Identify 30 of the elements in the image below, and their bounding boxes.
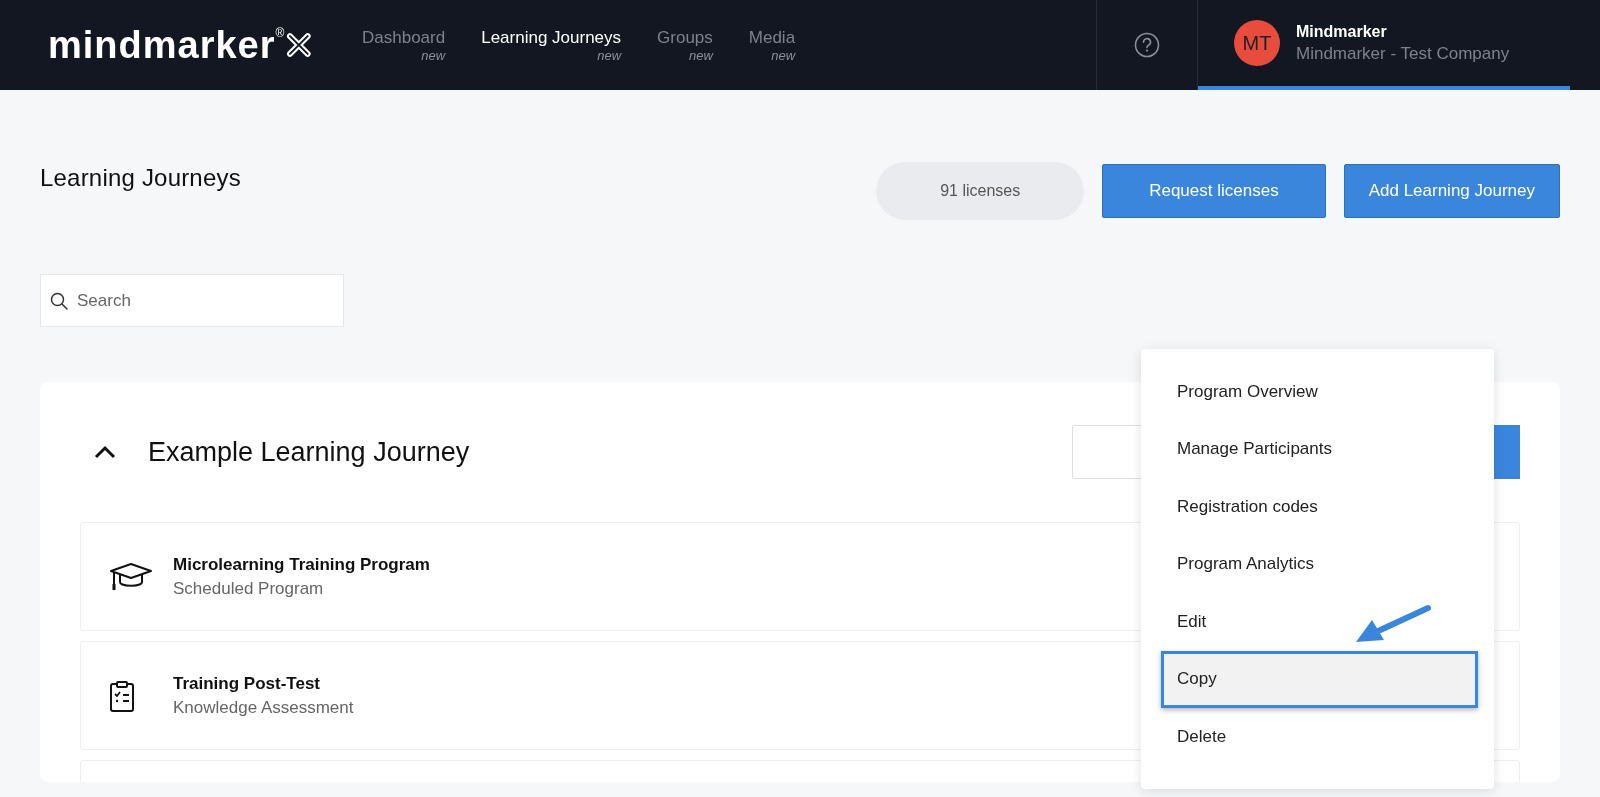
- x-logo-icon: [286, 32, 312, 58]
- journey-title: Example Learning Journey: [148, 436, 470, 468]
- search-field[interactable]: Search: [40, 274, 344, 327]
- action-button[interactable]: Add Learning Journey: [1343, 164, 1560, 218]
- item-title: Training Post-Test: [173, 673, 322, 694]
- logo-text: mindmarker: [48, 23, 276, 67]
- company-name: Mindmarker - Test Company: [1296, 43, 1510, 64]
- action-button[interactable]: Request licenses: [1102, 164, 1326, 218]
- menu-item[interactable]: Program Overview: [1141, 363, 1494, 421]
- menu-item[interactable]: Program Analytics: [1141, 535, 1494, 593]
- menu-item[interactable]: Manage Participants: [1141, 420, 1494, 478]
- menu-item[interactable]: Copy: [1161, 650, 1478, 708]
- graduation-cap-icon: [109, 560, 153, 593]
- item-type: Scheduled Program: [173, 578, 325, 599]
- nav-tab[interactable]: Groups new: [657, 27, 713, 63]
- license-count: 91 licenses: [876, 162, 1085, 220]
- nav-tab[interactable]: Dashboard new: [362, 27, 446, 63]
- clipboard-icon: [109, 678, 135, 713]
- help-icon[interactable]: [1134, 32, 1160, 58]
- page-title: Learning Journeys: [40, 164, 241, 192]
- registered-mark: ®: [275, 26, 285, 40]
- avatar: MT: [1234, 20, 1280, 66]
- collapse-chevron-icon[interactable]: [94, 445, 116, 459]
- options-button[interactable]: [1494, 425, 1520, 479]
- item-title: Microlearning Training Program: [173, 554, 430, 575]
- item-type: Knowledge Assessment: [173, 697, 354, 718]
- user-name: Mindmarker: [1296, 22, 1388, 41]
- profile-menu[interactable]: MT Mindmarker Mindmarker - Test Company: [1198, 0, 1570, 90]
- nav-tab[interactable]: Media new: [748, 27, 796, 63]
- nav-tab[interactable]: Learning Journeys new: [481, 27, 622, 63]
